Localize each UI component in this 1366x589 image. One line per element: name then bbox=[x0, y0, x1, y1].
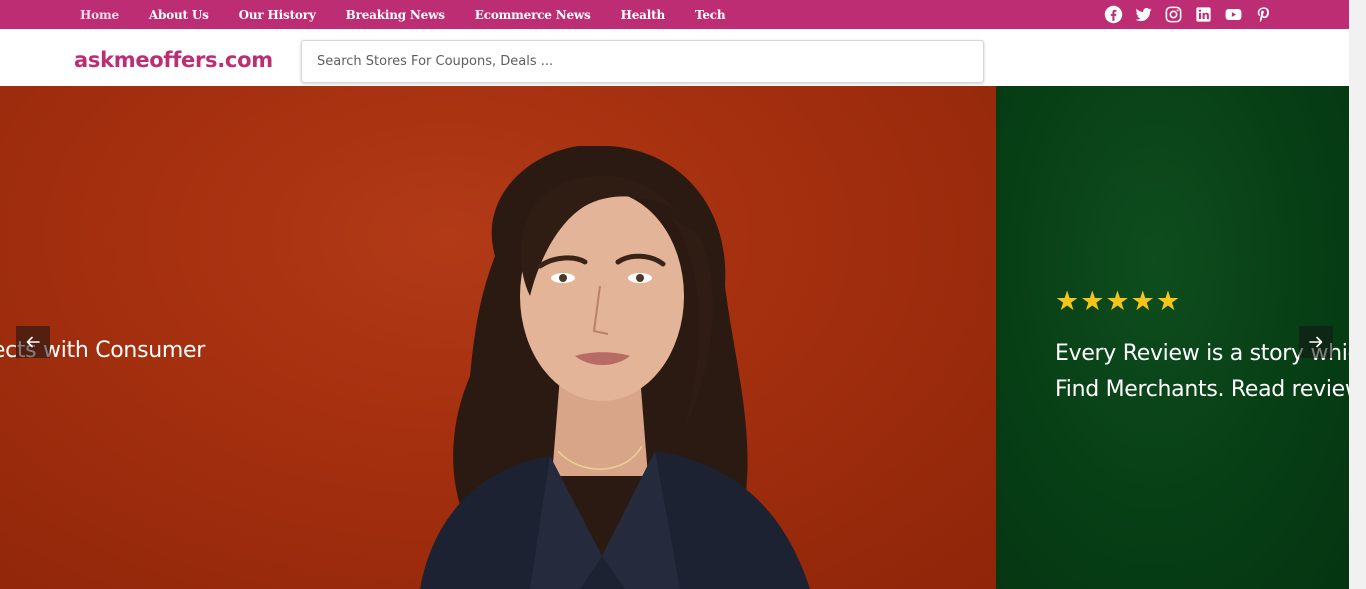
pinterest-icon[interactable] bbox=[1254, 5, 1273, 24]
top-nav-bar: Home About Us Our History Breaking News … bbox=[0, 0, 1349, 29]
search-input[interactable] bbox=[301, 40, 984, 83]
site-header: askmeoffers.com bbox=[0, 29, 1349, 86]
facebook-icon[interactable] bbox=[1104, 5, 1123, 24]
arrow-left-icon bbox=[26, 336, 40, 348]
instagram-icon[interactable] bbox=[1164, 5, 1183, 24]
nav-tech[interactable]: Tech bbox=[680, 8, 740, 22]
hero-portrait-image bbox=[420, 146, 810, 589]
nav-about-us[interactable]: About Us bbox=[134, 8, 224, 22]
youtube-icon[interactable] bbox=[1224, 5, 1243, 24]
nav-health[interactable]: Health bbox=[606, 8, 680, 22]
linkedin-icon[interactable] bbox=[1194, 5, 1213, 24]
carousel-right-line-2: Find Merchants. Read reviews bbox=[1055, 377, 1349, 402]
arrow-right-icon bbox=[1309, 336, 1323, 348]
nav-our-history[interactable]: Our History bbox=[224, 8, 331, 22]
page-scrollbar[interactable] bbox=[1349, 0, 1366, 589]
rating-stars: ★★★★★ bbox=[1055, 286, 1182, 316]
main-nav: Home About Us Our History Breaking News … bbox=[65, 0, 740, 29]
nav-ecommerce-news[interactable]: Ecommerce News bbox=[460, 8, 606, 22]
carousel-prev-button[interactable] bbox=[16, 326, 50, 358]
hero-carousel: ects with Consumer ★★★★★ Every Review is… bbox=[0, 86, 1349, 589]
site-logo[interactable]: askmeoffers.com bbox=[74, 48, 273, 72]
social-links bbox=[1104, 5, 1273, 24]
nav-breaking-news[interactable]: Breaking News bbox=[331, 8, 460, 22]
nav-home[interactable]: Home bbox=[65, 8, 134, 22]
carousel-next-button[interactable] bbox=[1299, 326, 1333, 358]
twitter-icon[interactable] bbox=[1134, 5, 1153, 24]
carousel-slide-left: ects with Consumer bbox=[0, 86, 996, 589]
carousel-slide-right: ★★★★★ Every Review is a story which Find… bbox=[996, 86, 1349, 589]
